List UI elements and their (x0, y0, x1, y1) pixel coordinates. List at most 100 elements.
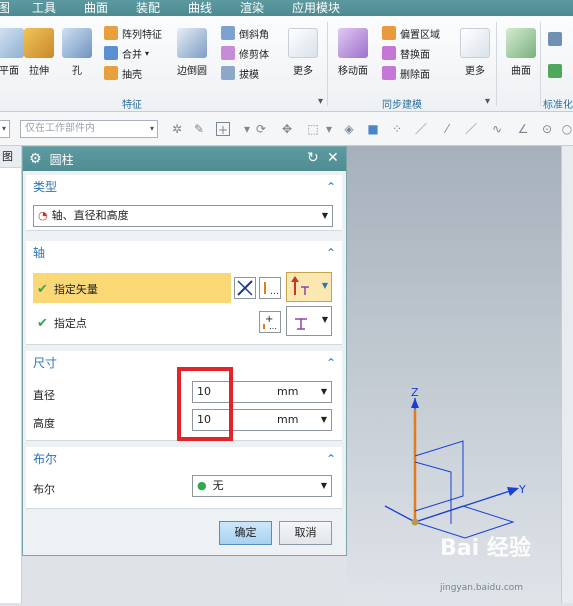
standard-group-label: 标准化 (543, 100, 573, 111)
edge-blend-button[interactable]: 边倒圆 (177, 28, 207, 77)
menu-view[interactable]: 图 (0, 0, 10, 16)
menu-curve[interactable]: 曲线 (188, 0, 212, 16)
dots-icon[interactable]: ⁘ (390, 122, 404, 136)
check-icon: ✔ (37, 316, 48, 331)
feature-group-expander[interactable]: ▾ (318, 96, 323, 107)
line-icon[interactable]: ／ (414, 122, 428, 136)
menu-tools[interactable]: 工具 (32, 0, 56, 16)
circle-icon[interactable]: ○ (560, 122, 573, 136)
hole-icon (62, 28, 92, 58)
axis-section: 轴 ⌃ ✔ 指定矢量 … ▼ ✔ 指定点 +… ▼ (26, 241, 342, 345)
chamfer-button[interactable]: 倒斜角 (221, 24, 269, 42)
standard-tool-2[interactable] (548, 62, 566, 80)
collapse-chevron-icon[interactable]: ⌃ (326, 241, 336, 265)
reset-icon[interactable]: ↻ (307, 150, 319, 166)
more-sync-icon (460, 28, 490, 58)
svg-text:…: … (269, 322, 277, 331)
point-type-dropdown[interactable]: ▼ (286, 306, 332, 336)
leaf-icon (548, 64, 562, 78)
angle-icon[interactable]: ∠ (516, 122, 530, 136)
rotate-icon[interactable]: ⟳ (254, 122, 268, 136)
move-face-icon (338, 28, 368, 58)
feature-more-button[interactable]: 更多 (288, 28, 318, 77)
boolean-section-title[interactable]: 布尔 ⌃ (26, 447, 342, 471)
yz-plane-outline (414, 440, 464, 512)
axis-section-title[interactable]: 轴 ⌃ (26, 241, 342, 265)
close-icon[interactable]: ✕ (327, 150, 339, 166)
specify-vector-label: 指定矢量 (53, 283, 98, 296)
plane-icon (0, 28, 24, 58)
menu-surface[interactable]: 曲面 (84, 0, 108, 16)
chamfer-icon (221, 26, 235, 40)
select-faces-icon[interactable]: ✲ (170, 122, 184, 136)
pin-icon[interactable]: ✥ (280, 122, 294, 136)
cube-icon[interactable]: ■ (366, 122, 380, 136)
gear-icon[interactable]: ⚙ (29, 151, 42, 167)
sync-group-expander[interactable]: ▾ (485, 96, 490, 107)
cancel-button[interactable]: 取消 (279, 521, 332, 545)
svg-text:…: … (270, 287, 279, 297)
delete-face-button[interactable]: 删除面 (382, 64, 430, 82)
collapse-chevron-icon[interactable]: ⌃ (326, 351, 336, 375)
collapse-chevron-icon[interactable]: ⌃ (326, 447, 336, 471)
point-dialog-icon[interactable]: +… (259, 311, 281, 333)
move-face-button[interactable]: 移动面 (338, 28, 368, 77)
boolean-dropdown[interactable]: ● 无 ▼ (192, 475, 332, 497)
type-filter-select[interactable]: ▾ (0, 120, 10, 138)
menu-render[interactable]: 渲染 (240, 0, 264, 16)
sync-more-button[interactable]: 更多 (460, 28, 490, 77)
cylinder-dialog: ⚙ 圆柱 ↻ ✕ 类型 ⌃ ◔ 轴、直径和高度 ▼ 轴 ⌃ ✔ 指定矢量 … ▼… (22, 146, 347, 556)
solid-icon[interactable]: ◈ (342, 122, 356, 136)
extrude-button[interactable]: 拉伸 (24, 28, 54, 77)
hole-button[interactable]: 孔 (62, 28, 92, 77)
dialog-title: 圆柱 (49, 152, 74, 167)
selection-toolbar: ▾ 仅在工作部件内 ▾ ✲ ✎ + ▾ ⟳ ✥ ⬚ ▾ ◈ ■ ⁘ ／ ⁄ ／ ∿… (0, 112, 573, 146)
replace-face-button[interactable]: 替换面 (382, 44, 430, 62)
extrude-icon (24, 28, 54, 58)
circle-center-icon[interactable]: ⊙ (540, 122, 554, 136)
menu-applications[interactable]: 应用模块 (292, 0, 340, 16)
reverse-direction-icon[interactable] (234, 277, 256, 299)
specify-vector-row[interactable]: ✔ 指定矢量 (33, 273, 231, 303)
right-resource-strip (561, 146, 573, 603)
dialog-body: 类型 ⌃ ◔ 轴、直径和高度 ▼ 轴 ⌃ ✔ 指定矢量 … ▼ ✔ 指定点 + … (23, 171, 346, 555)
trim-body-button[interactable]: 修剪体 (221, 44, 269, 62)
sync-group-label: 同步建模 (382, 100, 422, 111)
spline-icon[interactable]: ∿ (490, 122, 504, 136)
point-snap-icon[interactable]: + (216, 122, 230, 137)
line-three-icon[interactable]: ／ (464, 122, 478, 136)
dialog-titlebar: ⚙ 圆柱 ↻ ✕ (23, 147, 346, 171)
line-two-icon[interactable]: ⁄ (440, 122, 454, 136)
replace-face-icon (382, 46, 396, 60)
collapse-chevron-icon[interactable]: ⌃ (326, 175, 336, 199)
pattern-feature-button[interactable]: 阵列特征 (104, 24, 162, 42)
vector-dialog-icon[interactable]: … (259, 277, 281, 299)
standard-tool-1[interactable] (548, 30, 566, 48)
z-arrow-icon (411, 398, 419, 408)
surface-button[interactable]: 曲面 (506, 28, 536, 77)
diameter-label: 直径 (33, 389, 55, 402)
snap-icon[interactable]: ✎ (192, 122, 206, 136)
draft-button[interactable]: 拔模 (221, 64, 259, 82)
datum-plane-button[interactable]: 平面 (0, 28, 24, 77)
diameter-unit[interactable]: mm (277, 382, 298, 402)
rectangle-select-icon[interactable]: ⬚ (306, 122, 320, 136)
cylinder-type-icon: ◔ (38, 209, 48, 222)
boolean-none-icon: ● (197, 479, 207, 492)
dropdown-icon[interactable]: ▾ (240, 122, 254, 136)
height-unit[interactable]: mm (277, 410, 298, 430)
ok-button[interactable]: 确定 (219, 521, 272, 545)
type-dropdown[interactable]: ◔ 轴、直径和高度 ▼ (33, 205, 333, 227)
shell-button[interactable]: 抽壳 (104, 64, 142, 82)
dropdown-icon[interactable]: ▾ (322, 122, 336, 136)
z-axis-label: Z (411, 386, 419, 399)
navigator-header: 图 (0, 146, 21, 168)
scope-filter-select[interactable]: 仅在工作部件内 ▾ (20, 120, 158, 138)
offset-region-button[interactable]: 偏置区域 (382, 24, 440, 42)
feature-group-label: 特征 (122, 100, 142, 111)
menu-assembly[interactable]: 装配 (136, 0, 160, 16)
unite-button[interactable]: 合并 ▾ (104, 44, 149, 62)
type-section-title[interactable]: 类型 ⌃ (26, 175, 342, 199)
y-axis-label: Y (518, 483, 526, 496)
vector-type-dropdown[interactable]: ▼ (286, 272, 332, 302)
